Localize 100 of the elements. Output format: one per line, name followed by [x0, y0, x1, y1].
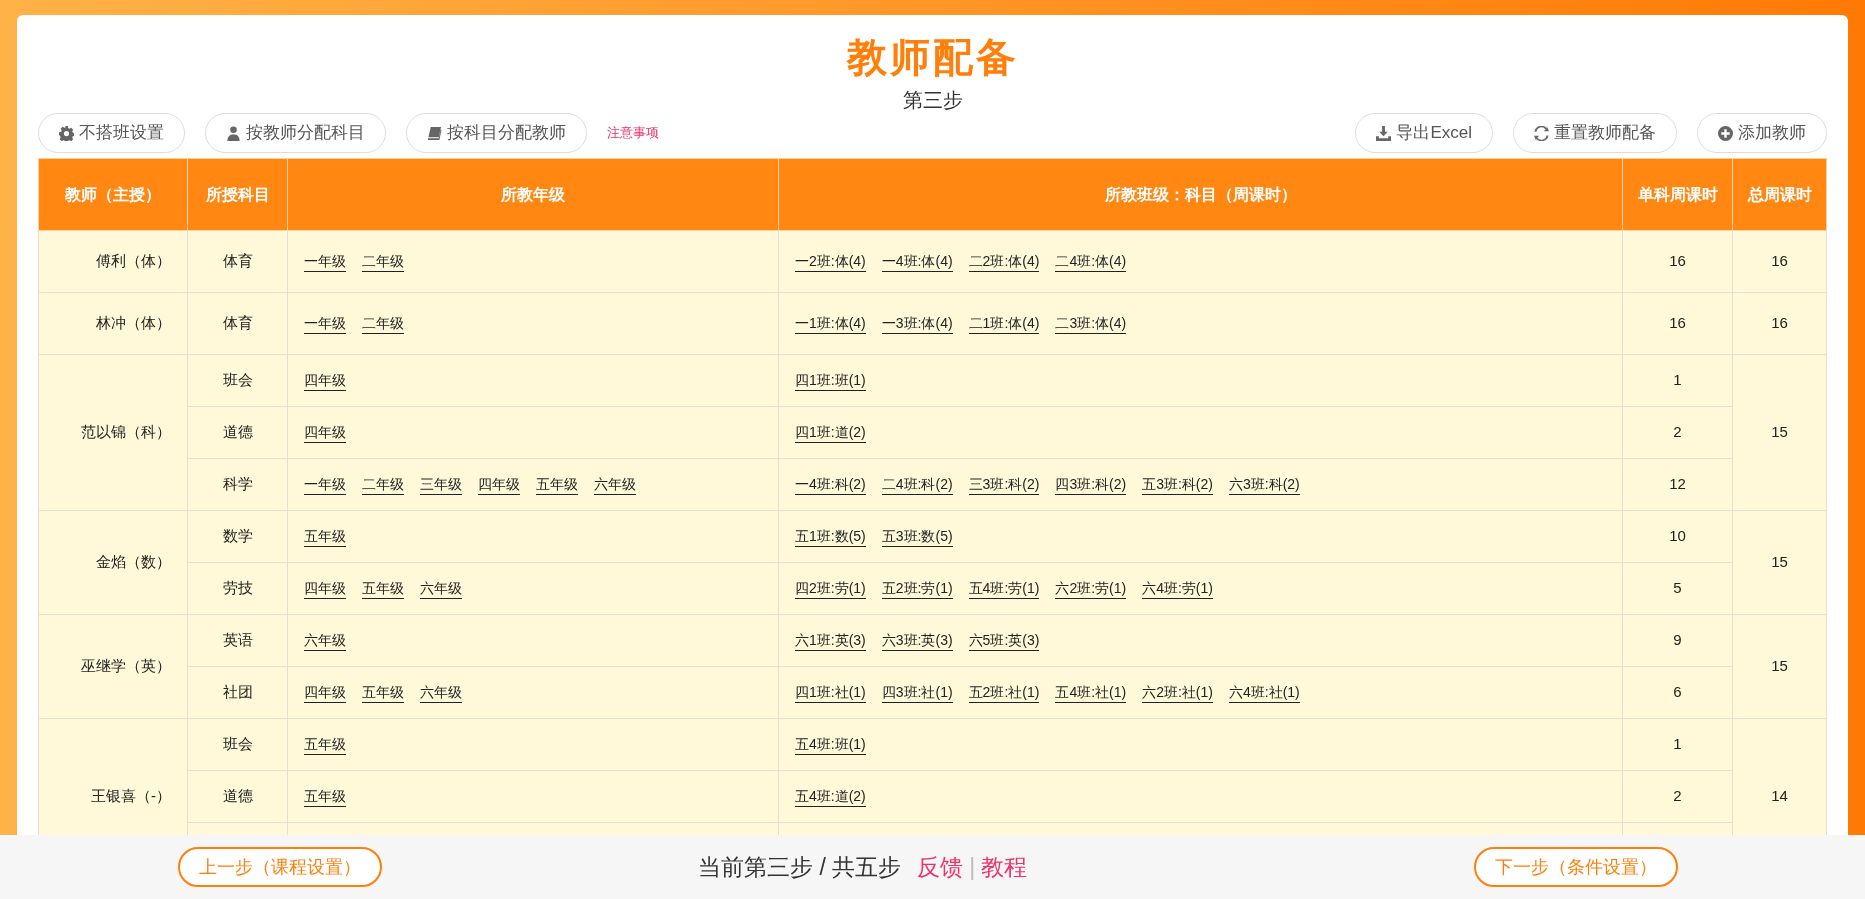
grade-link[interactable]: 五年级	[362, 580, 404, 599]
class-link[interactable]: 六4班:社(1)	[1229, 684, 1300, 703]
weekly-hours-cell: 2	[1622, 770, 1733, 823]
class-link[interactable]: 一1班:体(4)	[795, 315, 866, 334]
notice-link[interactable]: 注意事项	[607, 123, 659, 143]
total-hours-cell: 15	[1732, 614, 1827, 719]
class-link[interactable]: 四3班:科(2)	[1055, 476, 1127, 495]
weekly-hours-cell: 6	[1622, 666, 1733, 719]
class-link[interactable]: 四1班:社(1)	[795, 684, 866, 703]
class-link[interactable]: 六4班:劳(1)	[1142, 580, 1213, 599]
subject-cell: 社团	[187, 666, 288, 719]
class-link[interactable]: 三3班:科(2)	[968, 476, 1040, 495]
class-link[interactable]: 一2班:体(4)	[795, 253, 866, 272]
class-link[interactable]: 六2班:社(1)	[1142, 684, 1213, 703]
toolbar-button[interactable]: 按教师分配科目	[205, 113, 386, 153]
book-icon	[427, 125, 442, 141]
column-header: 所授科目	[187, 158, 288, 231]
grade-link[interactable]: 四年级	[304, 684, 346, 703]
subject-cell: 科学	[187, 458, 288, 511]
grade-link[interactable]: 一年级	[304, 476, 346, 495]
grade-link[interactable]: 一年级	[304, 253, 346, 272]
grade-link[interactable]: 四年级	[478, 476, 520, 495]
grade-link[interactable]: 五年级	[304, 528, 346, 547]
grade-link[interactable]: 五年级	[304, 736, 346, 755]
step-progress-text: 当前第三步 / 共五步	[698, 852, 902, 882]
class-link[interactable]: 六3班:科(2)	[1229, 476, 1300, 495]
class-link[interactable]: 六5班:英(3)	[968, 632, 1040, 651]
weekly-hours-cell: 2	[1622, 406, 1733, 459]
grade-link[interactable]: 四年级	[304, 580, 346, 599]
grade-link[interactable]: 六年级	[420, 580, 462, 599]
feedback-link[interactable]: 反馈	[917, 849, 964, 885]
toolbar-button[interactable]: 添加教师	[1697, 113, 1827, 153]
subject-cell: 劳技	[187, 562, 288, 615]
class-link[interactable]: 五2班:社(1)	[968, 684, 1040, 703]
class-link[interactable]: 四1班:道(2)	[795, 424, 866, 443]
grade-link[interactable]: 五年级	[362, 684, 404, 703]
column-header: 单科周课时	[1622, 158, 1733, 231]
class-link[interactable]: 一4班:体(4)	[881, 253, 953, 272]
grade-link[interactable]: 二年级	[362, 253, 404, 272]
class-link[interactable]: 一4班:科(2)	[795, 476, 866, 495]
teacher-name-cell: 巫继学（英）	[38, 614, 188, 719]
class-link[interactable]: 四1班:班(1)	[795, 372, 866, 391]
weekly-hours-cell: 16	[1622, 292, 1733, 355]
subject-cell: 体育	[187, 230, 288, 293]
class-link[interactable]: 六2班:劳(1)	[1055, 580, 1127, 599]
grade-link[interactable]: 一年级	[304, 315, 346, 334]
class-link[interactable]: 一3班:体(4)	[881, 315, 953, 334]
grade-link[interactable]: 四年级	[304, 424, 346, 443]
grade-link[interactable]: 四年级	[304, 372, 346, 391]
teacher-name-cell: 金焰（数）	[38, 510, 188, 615]
class-link[interactable]: 五2班:劳(1)	[881, 580, 953, 599]
grade-link[interactable]: 三年级	[420, 476, 462, 495]
class-link[interactable]: 二3班:体(4)	[1055, 315, 1127, 334]
total-hours-cell: 15	[1732, 510, 1827, 615]
class-link[interactable]: 二1班:体(4)	[968, 315, 1040, 334]
teacher-name-cell: 范以锦（科）	[38, 354, 188, 511]
toolbar-button[interactable]: 按科目分配教师	[406, 113, 587, 153]
weekly-hours-cell: 1	[1622, 354, 1733, 407]
class-link[interactable]: 二4班:科(2)	[881, 476, 953, 495]
grade-link[interactable]: 五年级	[536, 476, 578, 495]
subject-cell: 英语	[187, 614, 288, 667]
teacher-name-cell: 林冲（体）	[38, 292, 188, 355]
total-hours-cell: 15	[1732, 354, 1827, 511]
tutorial-link[interactable]: 教程	[981, 849, 1028, 885]
grade-link[interactable]: 二年级	[362, 315, 404, 334]
toolbar-button[interactable]: 导出Excel	[1355, 113, 1493, 153]
subject-cell: 数学	[187, 510, 288, 563]
class-link[interactable]: 五1班:数(5)	[795, 528, 866, 547]
grade-link[interactable]: 六年级	[594, 476, 636, 495]
toolbar-button[interactable]: 重置教师配备	[1513, 113, 1677, 153]
download-icon	[1376, 125, 1392, 141]
page-title: 教师配备	[846, 37, 1019, 77]
class-link[interactable]: 六3班:英(3)	[881, 632, 953, 651]
class-link[interactable]: 四2班:劳(1)	[795, 580, 866, 599]
class-link[interactable]: 六1班:英(3)	[795, 632, 866, 651]
step-label: 第三步	[901, 88, 964, 113]
grade-link[interactable]: 五年级	[304, 788, 346, 807]
column-header: 教师（主授）	[38, 158, 188, 231]
column-header: 所教班级：科目（周课时）	[778, 158, 1623, 231]
grade-link[interactable]: 六年级	[420, 684, 462, 703]
class-link[interactable]: 四3班:社(1)	[881, 684, 953, 703]
column-header: 总周课时	[1732, 158, 1827, 231]
grade-link[interactable]: 二年级	[362, 476, 404, 495]
weekly-hours-cell: 10	[1622, 510, 1733, 563]
class-link[interactable]: 二2班:体(4)	[968, 253, 1040, 272]
class-link[interactable]: 五4班:道(2)	[795, 788, 866, 807]
class-link[interactable]: 五4班:班(1)	[795, 736, 866, 755]
class-link[interactable]: 五4班:劳(1)	[968, 580, 1040, 599]
class-link[interactable]: 五3班:科(2)	[1142, 476, 1213, 495]
class-link[interactable]: 五3班:数(5)	[881, 528, 953, 547]
subject-cell: 班会	[187, 718, 288, 771]
weekly-hours-cell: 5	[1622, 562, 1733, 615]
weekly-hours-cell: 1	[1622, 718, 1733, 771]
refresh-icon	[1534, 125, 1549, 141]
user-icon	[226, 125, 241, 141]
class-link[interactable]: 二4班:体(4)	[1055, 253, 1127, 272]
class-link[interactable]: 五4班:社(1)	[1055, 684, 1127, 703]
subject-cell: 班会	[187, 354, 288, 407]
toolbar-button[interactable]: 不搭班设置	[38, 113, 185, 153]
grade-link[interactable]: 六年级	[304, 632, 346, 651]
